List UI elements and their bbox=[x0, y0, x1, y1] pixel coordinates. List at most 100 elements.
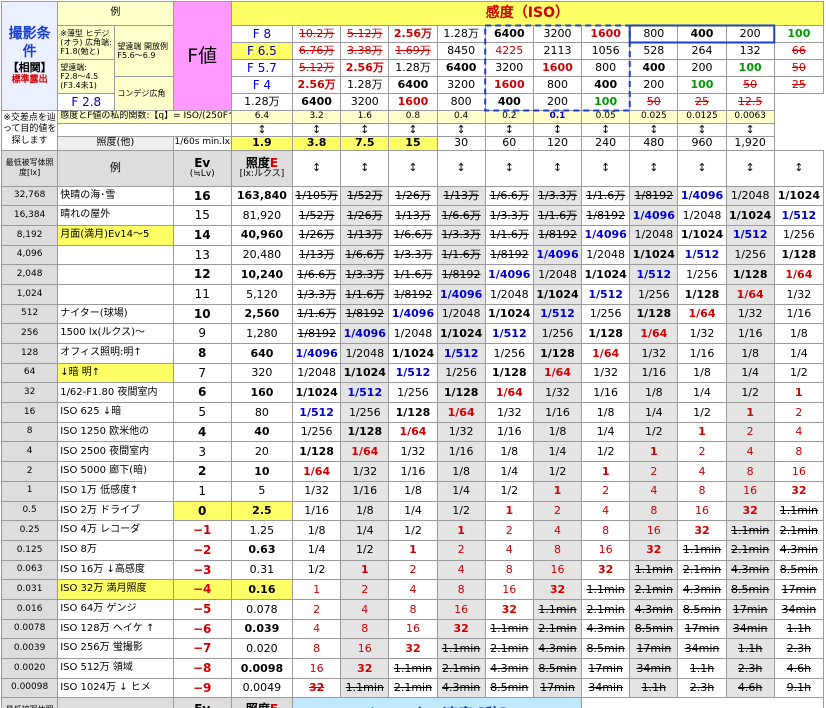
illum-label: 照度 bbox=[245, 155, 270, 170]
min-lux-cell: 4,096 bbox=[0, 244, 59, 266]
shutter-cell: 1/2048 bbox=[484, 283, 534, 305]
shutter-cell: 32 bbox=[581, 559, 631, 581]
shutter-cell: 8 bbox=[340, 618, 390, 640]
shutter-cell: 2.1min bbox=[677, 559, 727, 581]
shutter-cell: 2 bbox=[484, 520, 534, 541]
shutter-cell: 1/8 bbox=[677, 362, 727, 384]
ev-cell: −4 bbox=[172, 579, 232, 600]
ev-cell: −9 bbox=[172, 677, 232, 699]
iso-cell: 6400 bbox=[388, 76, 438, 94]
min-lux-cell: 0.5 bbox=[0, 500, 59, 522]
shutter-cell: 1/1024 bbox=[436, 323, 486, 345]
arrow-cell: ↕ bbox=[484, 123, 534, 137]
shutter-cell: 2 bbox=[581, 480, 631, 502]
shutter-cell: 4 bbox=[773, 421, 825, 443]
shutter-cell: 1.1min bbox=[340, 677, 390, 699]
shutter-cell: 2.3h bbox=[725, 658, 775, 679]
example-cell bbox=[57, 244, 174, 266]
shutter-cell: 1/32 bbox=[436, 421, 486, 443]
shutter-cell: 1/128 bbox=[581, 323, 631, 345]
iso-cell: 400 bbox=[581, 76, 631, 94]
illum-cell: 640 bbox=[230, 343, 294, 364]
shutter-cell: 1/8 bbox=[292, 520, 342, 541]
shutter-cell: 1/1024 bbox=[532, 283, 583, 305]
shutter-cell: 1/4 bbox=[388, 500, 438, 522]
shutter-cell: 8 bbox=[677, 480, 727, 502]
iso-cell: 100 bbox=[773, 25, 825, 43]
shutter-cell: 1/64 bbox=[532, 362, 583, 384]
shutter-cell: 1/13万 bbox=[388, 205, 438, 226]
min-lux-cell: 0.016 bbox=[0, 598, 59, 620]
shutter-cell: 17min bbox=[677, 618, 727, 640]
shutter-cell: 1/2048 bbox=[292, 362, 342, 384]
table-row: 0.0039 ISO 256万 蛍撮影 −7 0.020 8 16 32 1.1min 2.1m… bbox=[0, 638, 825, 660]
iso-cell: 400 bbox=[677, 25, 727, 43]
shutter-cell: 8.5min bbox=[484, 677, 534, 699]
shutter-cell: 1.1min bbox=[725, 520, 775, 541]
shutter-cell: 1/2 bbox=[677, 402, 727, 423]
table-row: 2,048 12 10,240 1/6.6万 1/3.3万 1/1.6万 1/8192 1/4… bbox=[0, 264, 825, 285]
shutter-cell: 1/16 bbox=[677, 343, 727, 364]
illuminance-value: 7.5 bbox=[340, 135, 390, 151]
iso-cell: 25 bbox=[773, 76, 825, 94]
shutter-cell: 1/2048 bbox=[532, 264, 583, 285]
table-row: 8 ISO 1250 欧米他の 4 40 1/256 1/128 1/64 1/32 1/16 1… bbox=[0, 421, 825, 443]
iso-cell: 1.69万 bbox=[388, 42, 438, 60]
shutter-cell: 1/8192 bbox=[629, 185, 679, 207]
shutter-cell: 1/256 bbox=[725, 244, 775, 266]
shutter-cell: 1/512 bbox=[388, 362, 438, 384]
table-row: 8,192 月面(満月)Ev14～5 14 40,960 1/26万 1/13万 1/6.6… bbox=[0, 224, 825, 246]
table-row: 0.125 ISO 8万 −2 0.63 1/4 1/2 1 2 4 8 16 32 1.1min 2.1… bbox=[0, 539, 825, 561]
arrow-cell: ↕ bbox=[629, 123, 679, 137]
shutter-cell: 1/128 bbox=[340, 421, 390, 443]
shutter-cell: 1/32 bbox=[677, 323, 727, 345]
shutter-cell: 1/4 bbox=[677, 382, 727, 404]
shutter-cell: 8 bbox=[725, 461, 775, 482]
shutter-cell: 2.1min bbox=[725, 539, 775, 561]
ev-cell: −6 bbox=[172, 618, 232, 640]
iso-cell: 3200 bbox=[532, 25, 583, 43]
arrow-cell: ↕ bbox=[532, 149, 583, 187]
shutter-cell: 1/2048 bbox=[436, 303, 486, 325]
example-cell: ↓暗 明↑ bbox=[57, 362, 174, 384]
iso-cell: 400 bbox=[629, 59, 679, 77]
shutter-cell: 1/2 bbox=[484, 480, 534, 502]
illuminance-value: 960 bbox=[677, 135, 727, 151]
shutter-cell: 34min bbox=[629, 658, 679, 679]
f-stop-cell: F 5.7 bbox=[230, 59, 294, 77]
illuminance-value: 15 bbox=[388, 135, 438, 151]
shutter-cell: 4.6h bbox=[773, 658, 825, 679]
ev-cell: 16 bbox=[172, 185, 232, 207]
shutter-cell: 1/512 bbox=[484, 323, 534, 345]
shutter-cell: 8.5min bbox=[629, 618, 679, 640]
min-lux-cell: 16,384 bbox=[0, 205, 59, 226]
shutter-cell: 2 bbox=[340, 579, 390, 600]
shutter-cell: 1/16 bbox=[629, 362, 679, 384]
shutter-cell: 1/2048 bbox=[629, 224, 679, 246]
shutter-cell: 8 bbox=[292, 638, 342, 660]
shutter-cell: 32 bbox=[532, 579, 583, 600]
illum-cell: 2,560 bbox=[230, 303, 294, 325]
shutter-cell: 2 bbox=[629, 461, 679, 482]
shutter-cell: 2 bbox=[532, 500, 583, 522]
iso-cell: 3200 bbox=[340, 93, 390, 111]
table-row: 4,096 13 20,480 1/13万 1/6.6万 1/3.3万 1/1.6万 1/81… bbox=[0, 244, 825, 266]
shutter-cell: 4.3min bbox=[581, 618, 631, 640]
compact-wide: コンデジ広角 bbox=[117, 88, 166, 98]
shutter-cell: 1/3.3万 bbox=[532, 185, 583, 207]
example-col-header: 例 bbox=[57, 149, 174, 187]
footer-illum-e: E bbox=[270, 702, 278, 708]
shutter-cell: 1/512 bbox=[677, 244, 727, 266]
shutter-cell: 1/8 bbox=[484, 441, 534, 463]
standard-exposure-label: 標準露出 bbox=[11, 74, 48, 85]
shutter-cell: 16 bbox=[629, 520, 679, 541]
min-lux-cell: 128 bbox=[0, 343, 59, 364]
shutter-cell: 1/512 bbox=[292, 402, 342, 423]
arrow-cell: ↕ bbox=[436, 123, 486, 137]
arrow-cell: ↕ bbox=[581, 123, 631, 137]
shutter-cell: 1/2048 bbox=[677, 205, 727, 226]
shutter-cell: 8 bbox=[532, 539, 583, 561]
example-cell: ISO 5000 廊下(暗) bbox=[57, 461, 174, 482]
shutter-cell: 2 bbox=[388, 559, 438, 581]
iso-cell: 400 bbox=[484, 93, 534, 111]
